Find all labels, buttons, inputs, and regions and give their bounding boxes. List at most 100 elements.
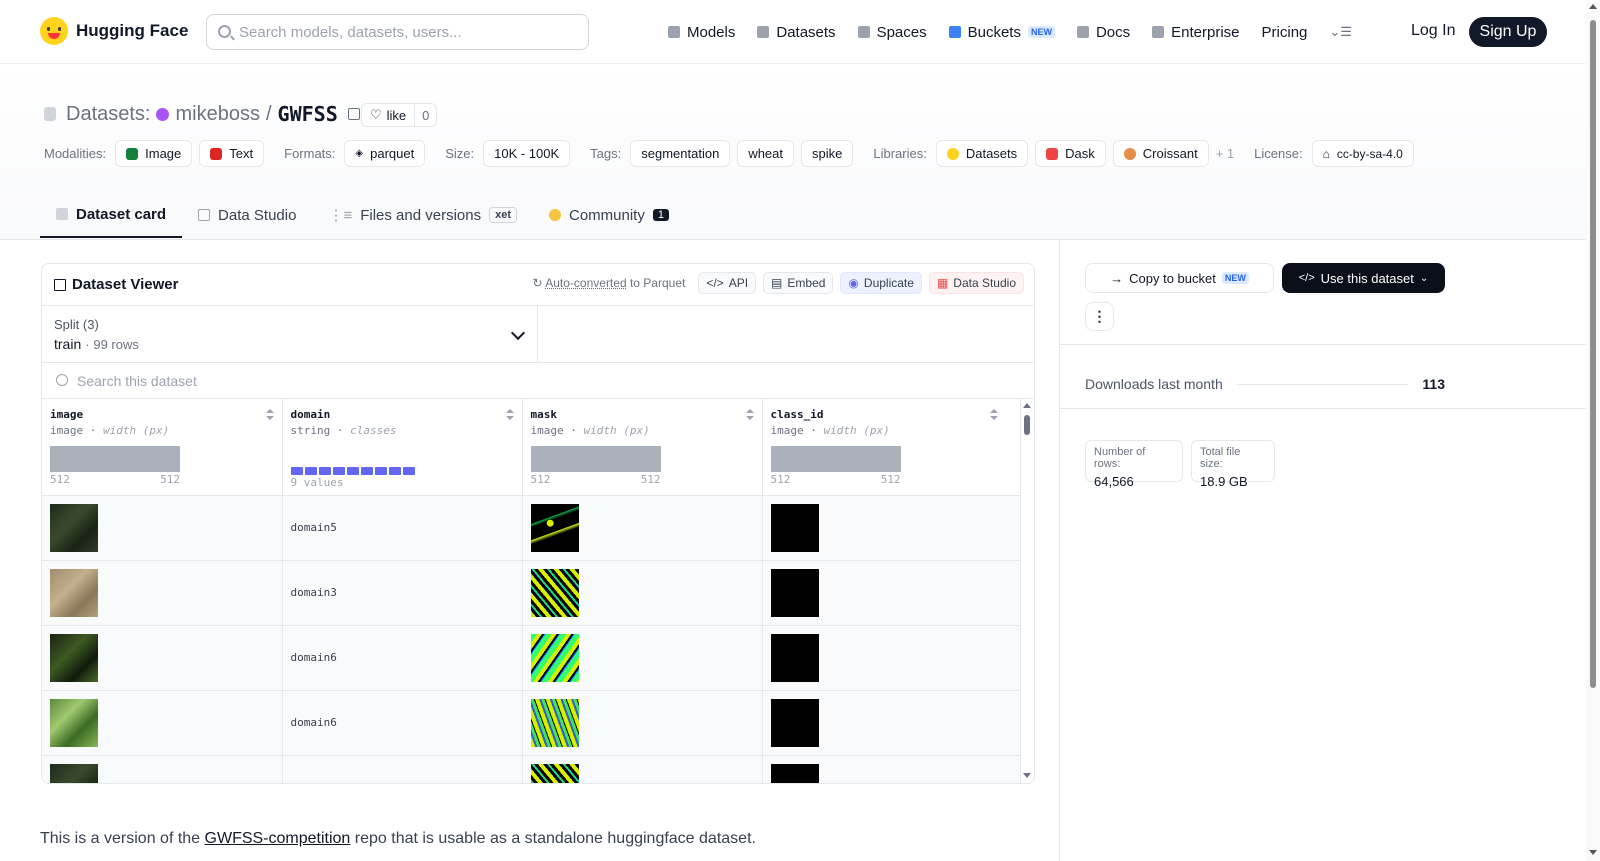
column-name: domain: [290, 408, 331, 421]
mask-thumbnail[interactable]: [530, 503, 579, 552]
class-id-thumbnail[interactable]: [770, 503, 819, 552]
sort-icon[interactable]: [745, 409, 754, 421]
table-row[interactable]: domain5: [42, 495, 1021, 561]
histogram-bar[interactable]: [530, 446, 661, 472]
split-selector[interactable]: Split (3) train · 99 rows: [42, 306, 538, 363]
image-thumbnail[interactable]: [50, 698, 98, 747]
image-thumbnail[interactable]: [50, 633, 98, 682]
api-button[interactable]: </> API: [698, 272, 757, 294]
class-id-thumbnail[interactable]: [770, 698, 819, 747]
tag-image[interactable]: Image: [115, 140, 193, 167]
tag-dask[interactable]: Dask: [1035, 140, 1106, 167]
tab-dataset-card[interactable]: Dataset card: [40, 192, 183, 238]
use-this-dataset-button[interactable]: </> Use this dataset ⌄: [1282, 263, 1445, 293]
owner-link[interactable]: mikeboss: [175, 103, 259, 126]
mask-thumbnail[interactable]: [530, 698, 579, 747]
tab-community[interactable]: Community 1: [533, 192, 685, 238]
image-thumbnail[interactable]: [50, 503, 98, 552]
nav-enterprise[interactable]: Enterprise: [1152, 24, 1240, 41]
column-header-domain[interactable]: domain string · classes 9 values: [282, 399, 523, 496]
tag-wheat[interactable]: wheat: [737, 140, 795, 167]
nav-more-menu[interactable]: ⌄☰: [1329, 24, 1352, 40]
global-search-input[interactable]: Search models, datasets, users...: [206, 14, 589, 50]
duplicate-button[interactable]: ◉ Duplicate: [840, 272, 922, 294]
domain-cell: domain6: [282, 625, 523, 691]
embed-button[interactable]: ▤ Embed: [763, 272, 834, 294]
sort-icon[interactable]: [505, 409, 514, 421]
tab-files-and-versions[interactable]: ⋮≡ Files and versions xet: [312, 192, 533, 238]
nav-docs[interactable]: Docs: [1076, 23, 1131, 41]
like-button[interactable]: ♡ like 0: [361, 103, 438, 127]
tag-label: Image: [145, 146, 182, 161]
gwfss-competition-link[interactable]: GWFSS-competition: [205, 830, 351, 847]
sort-icon[interactable]: [265, 409, 274, 421]
image-thumbnail[interactable]: [50, 763, 98, 783]
page-scrollbar[interactable]: [1586, 0, 1600, 861]
scroll-down-icon[interactable]: [1589, 850, 1597, 855]
histogram-bar[interactable]: [50, 446, 180, 472]
table-row[interactable]: domain6: [42, 625, 1021, 691]
dataset-search-input[interactable]: Search this dataset: [42, 363, 1034, 399]
datasets-prefix[interactable]: Datasets:: [66, 103, 150, 126]
nav-buckets[interactable]: Buckets NEW: [948, 24, 1055, 41]
dataset-name[interactable]: GWFSS: [278, 102, 338, 126]
tag-size[interactable]: 10K - 100K: [483, 140, 571, 167]
column-header-image[interactable]: image image · width (px) 512 512: [42, 399, 283, 496]
column-header-class-id[interactable]: class_id image · width (px) 512 512: [762, 399, 1021, 496]
tag-text[interactable]: Text: [199, 140, 265, 167]
table-row[interactable]: [42, 755, 1021, 783]
table-scrollbar[interactable]: [1020, 399, 1034, 783]
brand-logo[interactable]: Hugging Face: [40, 17, 188, 45]
tag-segmentation[interactable]: segmentation: [630, 140, 731, 167]
nav-docs-label: Docs: [1095, 23, 1131, 41]
mask-thumbnail[interactable]: [530, 633, 579, 682]
signup-button[interactable]: Sign Up: [1469, 17, 1547, 47]
data-studio-button[interactable]: ▦ Data Studio: [928, 272, 1024, 294]
tag-parquet[interactable]: ◈ parquet: [344, 140, 426, 167]
scroll-thumb[interactable]: [1590, 20, 1596, 688]
auto-converted-rest: to Parquet: [626, 276, 686, 290]
top-navigation: Hugging Face Search models, datasets, us…: [0, 0, 1586, 64]
more-options-button[interactable]: ⋮: [1085, 302, 1114, 331]
tag-license[interactable]: ⌂ cc-by-sa-4.0: [1311, 140, 1414, 167]
auto-converted-link[interactable]: Auto-converted: [545, 276, 626, 290]
libraries-more[interactable]: + 1: [1216, 146, 1234, 161]
duplicate-icon: ◉: [848, 276, 859, 290]
nav-pricing[interactable]: Pricing: [1262, 24, 1308, 41]
scroll-up-icon[interactable]: [1589, 4, 1597, 9]
nav-datasets[interactable]: Datasets: [757, 24, 836, 41]
nav-spaces[interactable]: Spaces: [857, 23, 927, 41]
table-row[interactable]: domain3: [42, 560, 1021, 626]
sort-icon[interactable]: [989, 409, 998, 421]
mask-thumbnail[interactable]: [530, 568, 579, 617]
tag-label: wheat: [748, 146, 784, 161]
scroll-down-icon[interactable]: [1023, 773, 1031, 778]
column-header-mask[interactable]: mask image · width (px) 512 512: [522, 399, 763, 496]
tag-croissant[interactable]: Croissant: [1112, 140, 1209, 167]
scroll-thumb[interactable]: [1024, 415, 1030, 435]
mask-thumbnail[interactable]: [530, 763, 579, 783]
image-thumbnail[interactable]: [50, 568, 98, 617]
copy-to-bucket-button[interactable]: → Copy to bucket NEW: [1085, 263, 1274, 293]
class-id-thumbnail[interactable]: [770, 568, 819, 617]
embed-label: Embed: [787, 276, 826, 290]
community-icon: [549, 209, 561, 221]
class-distribution[interactable]: [290, 467, 514, 475]
class-id-thumbnail[interactable]: [770, 763, 819, 783]
nav-models[interactable]: Models: [668, 24, 735, 41]
histogram-bar[interactable]: [770, 446, 901, 472]
class-id-thumbnail[interactable]: [770, 633, 819, 682]
tab-data-studio[interactable]: Data Studio: [182, 192, 312, 238]
scroll-up-icon[interactable]: [1023, 403, 1031, 408]
dataset-description: This is a version of the GWFSS-competiti…: [40, 830, 756, 848]
nav-spaces-label: Spaces: [876, 23, 927, 41]
table-row[interactable]: domain6: [42, 690, 1021, 756]
hugging-face-logo-icon: [40, 17, 68, 45]
spaces-icon: [857, 26, 870, 38]
arrow-right-icon: →: [1110, 270, 1124, 286]
dataset-title: Datasets: mikeboss / GWFSS: [44, 102, 360, 126]
tag-datasets-lib[interactable]: Datasets: [935, 140, 1029, 167]
copy-icon[interactable]: [347, 108, 360, 120]
login-link[interactable]: Log In: [1411, 22, 1455, 40]
tag-spike[interactable]: spike: [801, 140, 854, 167]
